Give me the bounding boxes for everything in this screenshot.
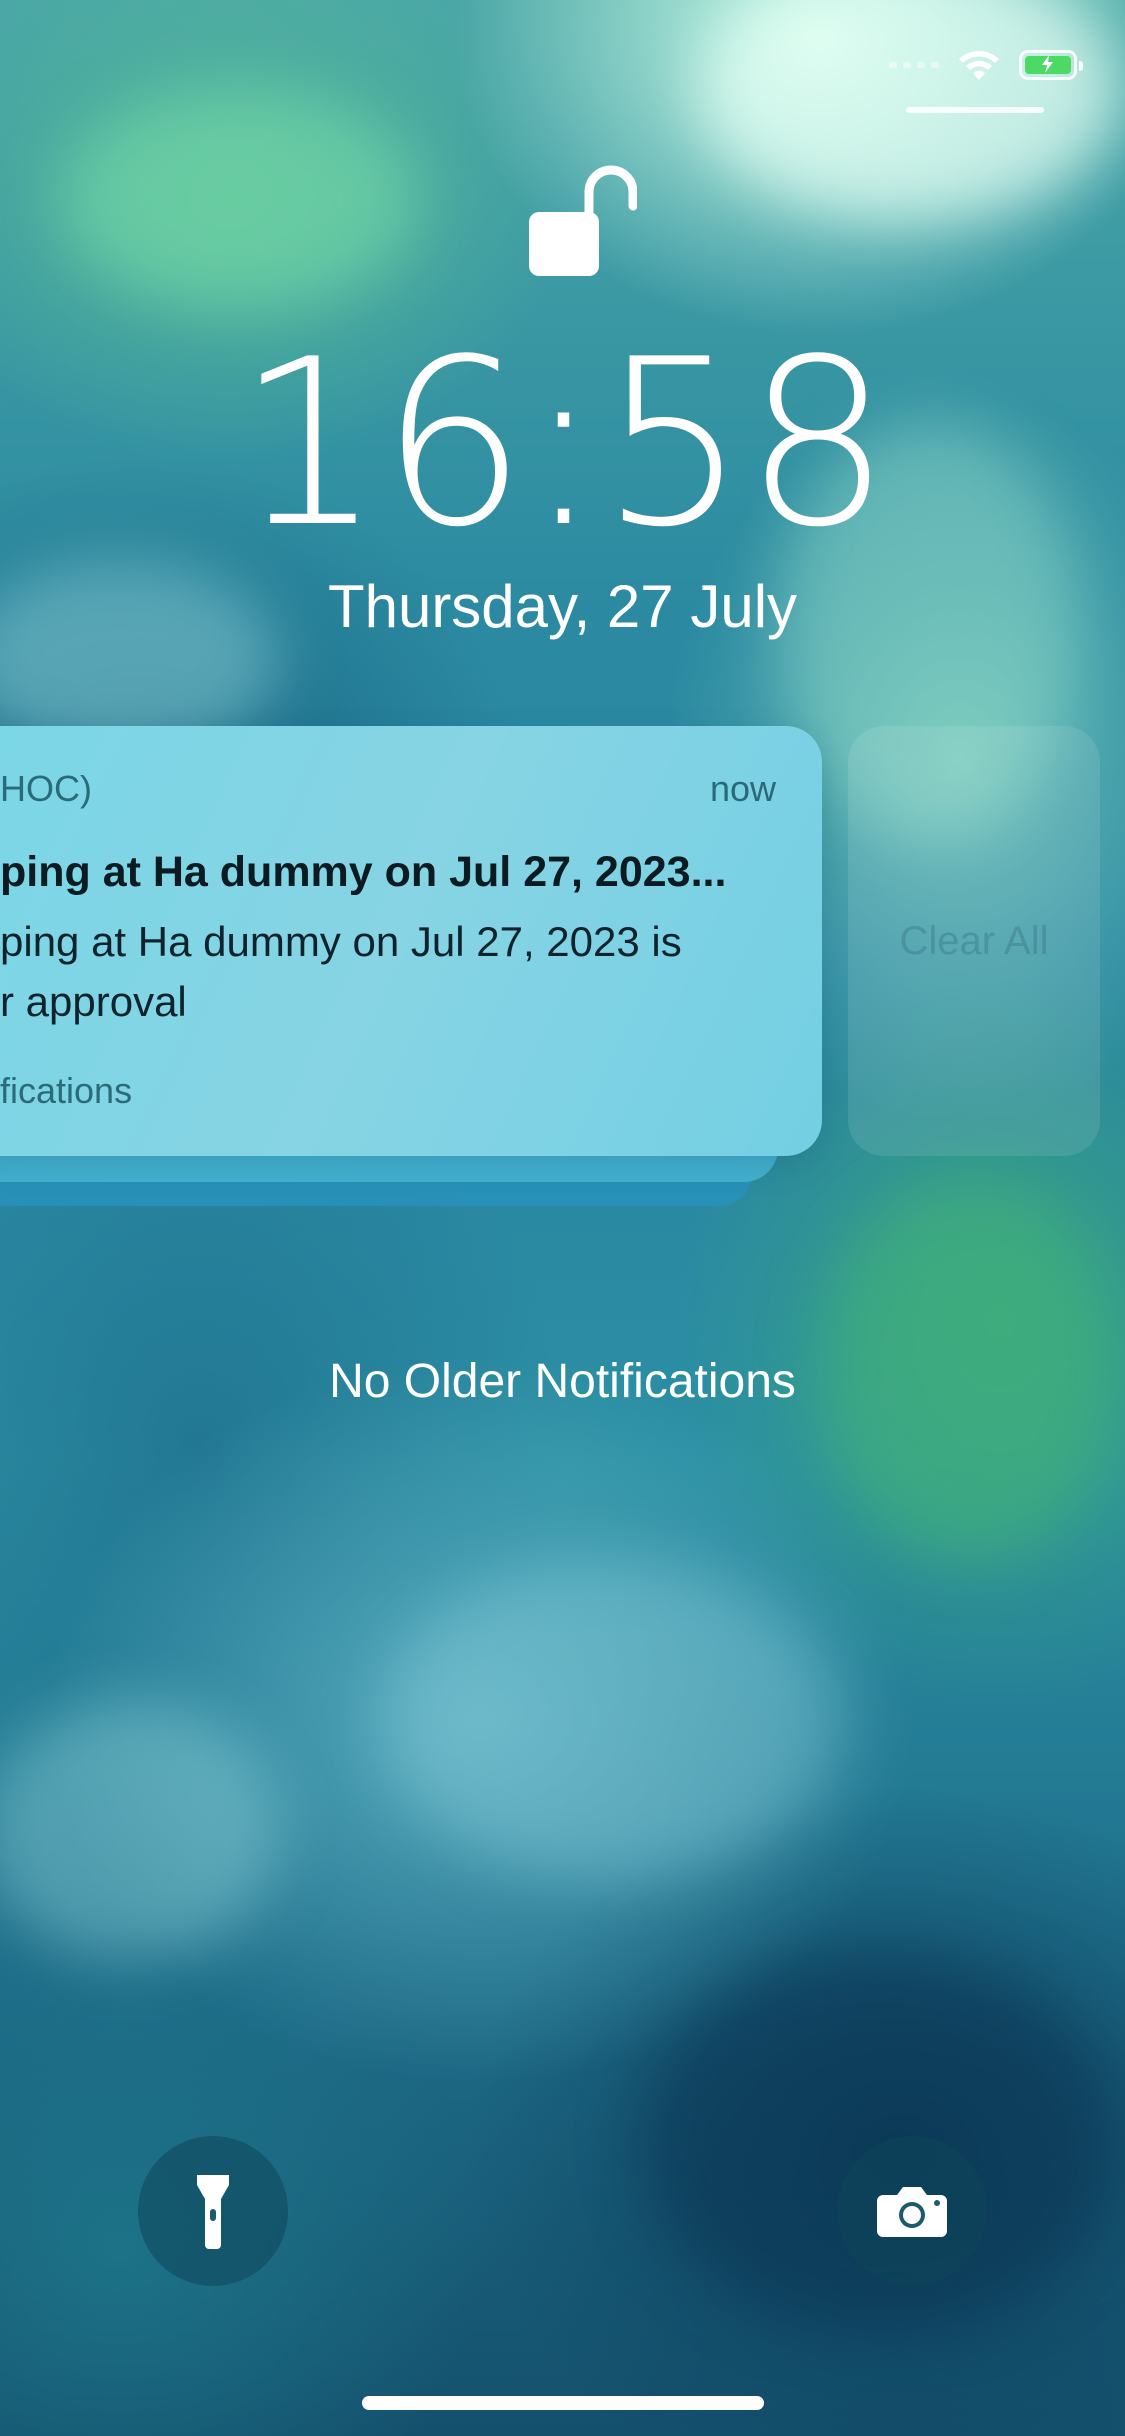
camera-button[interactable]	[837, 2136, 987, 2286]
flashlight-icon	[197, 2175, 229, 2249]
notification-app-name: HOC)	[0, 768, 92, 809]
flashlight-button[interactable]	[138, 2136, 288, 2286]
notification-body-line: ping at Ha dummy on Jul 27, 2023 is	[0, 918, 682, 965]
lock-screen-time: 16:58	[236, 311, 891, 578]
lock-screen-date: Thursday, 27 July	[327, 573, 798, 640]
no-older-notifications-label: No Older Notifications	[329, 1355, 796, 1408]
wallpaper-smoke	[0, 1700, 280, 1960]
notification-card[interactable]: HOC) now ping at Ha dummy on Jul 27, 202…	[0, 726, 822, 1156]
status-bar	[889, 48, 1083, 82]
notification-timestamp: now	[709, 768, 776, 809]
charging-bolt-icon	[1042, 55, 1053, 73]
notification-body: ping at Ha dummy on Jul 27, 2023 is r ap…	[0, 912, 682, 1032]
control-center-indicator[interactable]	[906, 107, 1044, 113]
clear-all-label: Clear All	[899, 918, 1049, 963]
camera-icon	[877, 2187, 947, 2237]
wifi-icon	[959, 51, 999, 80]
wallpaper-smoke	[380, 1560, 840, 1880]
notification-title: ping at Ha dummy on Jul 27, 2023...	[0, 848, 727, 896]
more-notifications-link[interactable]: fications	[0, 1070, 132, 1112]
cellular-signal-icon	[889, 62, 939, 68]
notification-body-line: r approval	[0, 978, 187, 1025]
unlocked-padlock-icon	[529, 165, 637, 276]
clear-all-button[interactable]: Clear All	[848, 726, 1100, 1156]
battery-charging-icon	[1019, 50, 1083, 80]
home-indicator[interactable]	[362, 2396, 764, 2410]
wallpaper-smoke	[60, 90, 420, 310]
battery-level	[1025, 55, 1071, 74]
